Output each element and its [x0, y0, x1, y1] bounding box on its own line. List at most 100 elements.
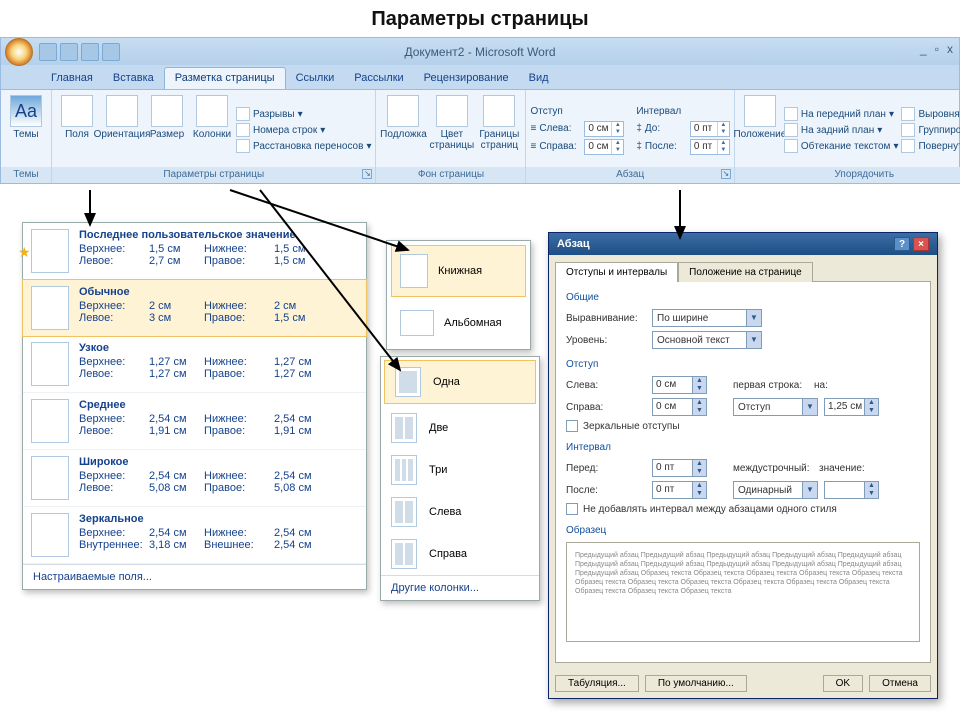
group-label-themes: Темы: [1, 167, 51, 183]
margins-option-3[interactable]: Среднее Верхнее:2,54 смНижнее:2,54 см Ле…: [23, 393, 366, 450]
minimize-button[interactable]: _: [920, 42, 927, 56]
columns-option-3[interactable]: Слева: [381, 491, 539, 533]
tab-home[interactable]: Главная: [41, 68, 103, 89]
ribbon-tabs: Главная Вставка Разметка страницы Ссылки…: [0, 65, 960, 89]
dialog-tab-position[interactable]: Положение на странице: [678, 262, 812, 282]
position-button[interactable]: Положение: [739, 93, 781, 167]
margins-option-5[interactable]: Зеркальное Верхнее:2,54 смНижнее:2,54 см…: [23, 507, 366, 564]
firstline-combo[interactable]: Отступ▼: [733, 398, 818, 416]
ok-button[interactable]: OK: [823, 675, 863, 692]
dialog-help-button[interactable]: ?: [894, 237, 910, 251]
portrait-icon: [400, 254, 428, 288]
page-setup-launcher[interactable]: ↘: [362, 169, 372, 179]
group-icon: [901, 123, 915, 137]
breaks-icon: [236, 107, 250, 121]
indent-right-input[interactable]: 0 см▲▼: [652, 398, 707, 416]
orientation-button[interactable]: Ориентация: [101, 93, 143, 167]
spacing-header: Интервал: [636, 106, 730, 117]
orientation-portrait[interactable]: Книжная: [391, 245, 526, 297]
orientation-landscape[interactable]: Альбомная: [391, 301, 526, 345]
send-back-icon: [784, 123, 798, 137]
group-label-page-bg: Фон страницы: [376, 167, 525, 183]
text-wrap-icon: [784, 139, 798, 153]
indent-left-input[interactable]: 0 см▲▼: [652, 376, 707, 394]
spacing-before-spin[interactable]: 0 пт▲▼: [690, 121, 730, 137]
rotate-button[interactable]: Повернуть ▾: [901, 139, 960, 153]
maximize-button[interactable]: ▫: [935, 42, 939, 56]
firstline-by-input[interactable]: 1,25 см▲▼: [824, 398, 879, 416]
tabs-button[interactable]: Табуляция...: [555, 675, 639, 692]
size-button[interactable]: Размер: [146, 93, 188, 167]
ribbon: Aa Темы Темы Поля Ориентация Размер Коло…: [0, 89, 960, 184]
columns-option-4[interactable]: Справа: [381, 533, 539, 575]
themes-button[interactable]: Aa Темы: [5, 93, 47, 167]
alignment-combo[interactable]: По ширине▼: [652, 309, 762, 327]
dialog-titlebar[interactable]: Абзац ? ×: [549, 233, 937, 255]
watermark-button[interactable]: Подложка: [380, 93, 426, 167]
space-after-input[interactable]: 0 пт▲▼: [652, 481, 707, 499]
indent-right-spin[interactable]: 0 см▲▼: [584, 139, 624, 155]
margins-option-0[interactable]: ★ Последнее пользовательское значение Ве…: [23, 223, 366, 280]
breaks-button[interactable]: Разрывы ▾: [236, 107, 371, 121]
section-indent: Отступ: [566, 359, 920, 370]
margins-icon: [61, 95, 93, 127]
hyphenation-button[interactable]: Расстановка переносов ▾: [236, 139, 371, 153]
line-spacing-combo[interactable]: Одинарный▼: [733, 481, 818, 499]
titlebar: Документ2 - Microsoft Word _ ▫ x: [0, 37, 960, 65]
margins-button[interactable]: Поля: [56, 93, 98, 167]
group-label-paragraph: Абзац↘: [526, 167, 733, 183]
paragraph-launcher[interactable]: ↘: [721, 169, 731, 179]
columns-button[interactable]: Колонки: [191, 93, 233, 167]
indent-left-spin[interactable]: 0 см▲▼: [584, 121, 624, 137]
position-icon: [744, 95, 776, 127]
columns-option-1[interactable]: Две: [381, 407, 539, 449]
page-color-icon: [436, 95, 468, 127]
align-button[interactable]: Выровнять ▾: [901, 107, 960, 121]
more-columns-link[interactable]: Другие колонки...: [381, 575, 539, 600]
spacing-after-icon: ‡: [636, 141, 642, 152]
themes-icon: Aa: [10, 95, 42, 127]
dialog-tab-indents[interactable]: Отступы и интервалы: [555, 262, 678, 282]
spacing-after-spin[interactable]: 0 пт▲▼: [690, 139, 730, 155]
spacing-before-row: ‡До: 0 пт▲▼: [636, 121, 730, 137]
tab-mailings[interactable]: Рассылки: [344, 68, 413, 89]
dialog-close-button[interactable]: ×: [913, 237, 929, 251]
preview-box: Предыдущий абзац Предыдущий абзац Предыд…: [566, 542, 920, 642]
tab-references[interactable]: Ссылки: [286, 68, 345, 89]
custom-margins-link[interactable]: Настраиваемые поля...: [23, 564, 366, 589]
page-borders-button[interactable]: Границы страниц: [477, 93, 521, 167]
cancel-button[interactable]: Отмена: [869, 675, 931, 692]
close-button[interactable]: x: [947, 42, 953, 56]
space-before-input[interactable]: 0 пт▲▼: [652, 459, 707, 477]
default-button[interactable]: По умолчанию...: [645, 675, 747, 692]
line-numbers-button[interactable]: Номера строк ▾: [236, 123, 371, 137]
outline-level-combo[interactable]: Основной текст▼: [652, 331, 762, 349]
spacing-before-icon: ‡: [636, 123, 642, 134]
rotate-icon: [901, 139, 915, 153]
margins-option-2[interactable]: Узкое Верхнее:1,27 смНижнее:1,27 см Лево…: [23, 336, 366, 393]
send-back-button[interactable]: На задний план ▾: [784, 123, 899, 137]
tab-insert[interactable]: Вставка: [103, 68, 164, 89]
line-numbers-icon: [236, 123, 250, 137]
text-wrap-button[interactable]: Обтекание текстом ▾: [784, 139, 899, 153]
bring-front-button[interactable]: На передний план ▾: [784, 107, 899, 121]
indent-right-row: ≡Справа: 0 см▲▼: [530, 139, 624, 155]
group-label-arrange: Упорядочить: [735, 167, 960, 183]
columns-option-2[interactable]: Три: [381, 449, 539, 491]
bring-front-icon: [784, 107, 798, 121]
tab-view[interactable]: Вид: [519, 68, 559, 89]
group-label-page-setup: Параметры страницы↘: [52, 167, 375, 183]
columns-option-0[interactable]: Одна: [384, 360, 536, 404]
paragraph-dialog: Абзац ? × Отступы и интервалы Положение …: [548, 232, 938, 699]
page-color-button[interactable]: Цвет страницы: [429, 93, 474, 167]
group-button[interactable]: Группировать ▾: [901, 123, 960, 137]
line-spacing-at-input[interactable]: ▲▼: [824, 481, 879, 499]
margins-option-1[interactable]: Обычное Верхнее:2 смНижнее:2 см Левое:3 …: [22, 279, 367, 337]
no-space-same-style-checkbox[interactable]: Не добавлять интервал между абзацами одн…: [566, 503, 920, 515]
tab-review[interactable]: Рецензирование: [414, 68, 519, 89]
margins-dropdown: ★ Последнее пользовательское значение Ве…: [22, 222, 367, 590]
mirror-indents-checkbox[interactable]: Зеркальные отступы: [566, 420, 920, 432]
margins-option-4[interactable]: Широкое Верхнее:2,54 смНижнее:2,54 см Ле…: [23, 450, 366, 507]
tab-page-layout[interactable]: Разметка страницы: [164, 67, 286, 89]
indent-left-icon: ≡: [530, 123, 536, 134]
